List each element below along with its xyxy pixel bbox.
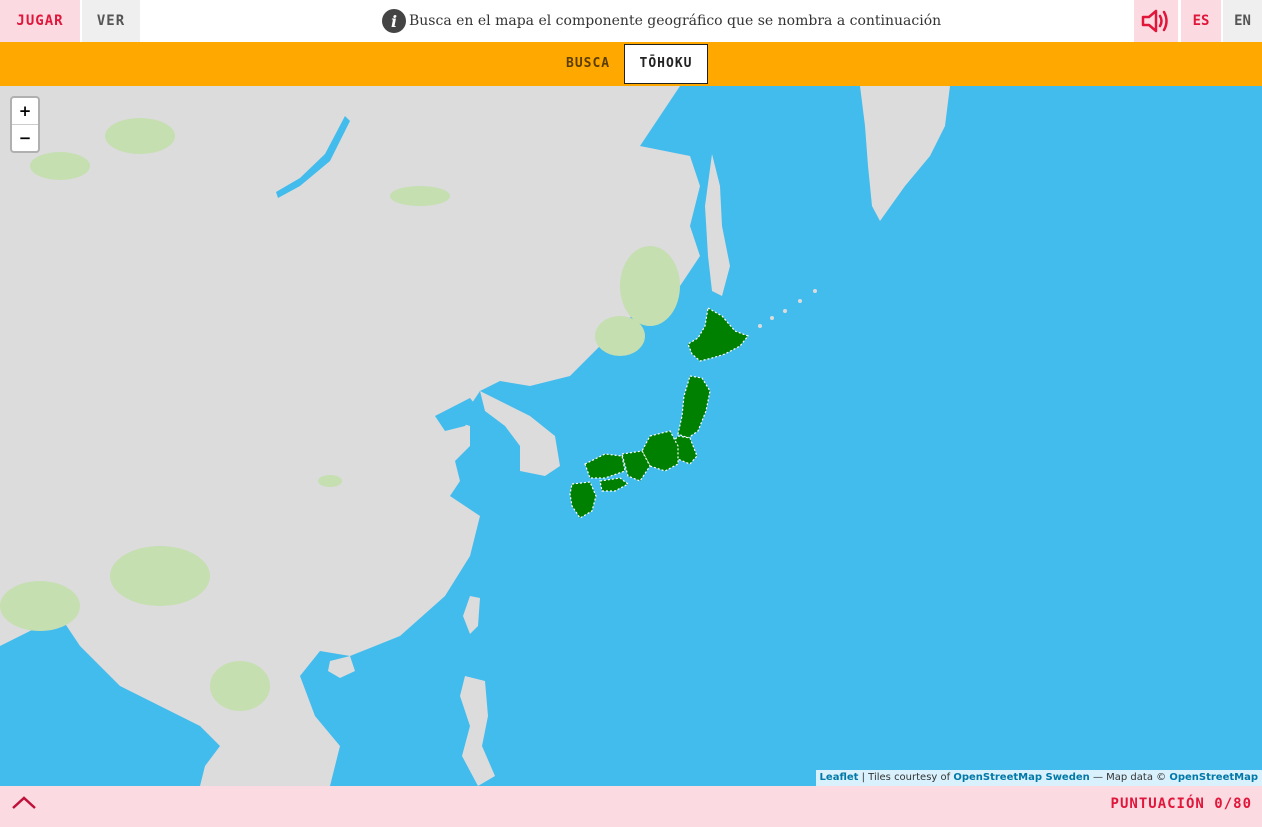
osm-link[interactable]: OpenStreetMap	[1169, 772, 1258, 783]
zoom-out-button[interactable]: −	[12, 125, 38, 151]
tab-play[interactable]: JUGAR	[0, 0, 80, 42]
zoom-in-button[interactable]: +	[12, 98, 38, 125]
hainan	[328, 656, 355, 678]
leaflet-link[interactable]: Leaflet	[820, 772, 859, 783]
osm-sweden-link[interactable]: OpenStreetMap Sweden	[953, 772, 1089, 783]
score-value: 0/80	[1214, 796, 1252, 812]
instruction-text: Busca en el mapa el componente geográfic…	[409, 13, 942, 29]
score: PUNTUACIÓN 0/80	[1111, 786, 1252, 823]
attribution-data-text: — Map data ©	[1089, 772, 1170, 783]
attribution-tiles-text: | Tiles courtesy of	[858, 772, 954, 783]
lang-es-button[interactable]: ES	[1181, 0, 1221, 42]
region-shikoku[interactable]	[599, 477, 630, 492]
asia-mainland	[0, 86, 700, 786]
region-tohoku[interactable]	[677, 375, 711, 439]
score-label: PUNTUACIÓN	[1110, 796, 1205, 812]
map-canvas[interactable]	[0, 86, 1262, 786]
info-icon[interactable]: i	[382, 9, 406, 33]
kamchatka	[860, 86, 950, 221]
map-attribution: Leaflet | Tiles courtesy of OpenStreetMa…	[815, 770, 1262, 786]
question-target: TŌHOKU	[624, 44, 708, 84]
region-kyushu[interactable]	[569, 481, 597, 519]
region-chugoku[interactable]	[584, 453, 626, 479]
bottom-bar: PUNTUACIÓN 0/80	[0, 786, 1262, 827]
speaker-icon	[1141, 9, 1168, 33]
zoom-control: + −	[10, 96, 40, 153]
chevron-up-icon[interactable]	[10, 792, 38, 812]
lang-en-button[interactable]: EN	[1223, 0, 1262, 42]
sound-toggle-button[interactable]	[1134, 0, 1178, 42]
instruction: i Busca en el mapa el componente geográf…	[382, 8, 941, 34]
kuril-islands	[758, 289, 817, 328]
region-hokkaido[interactable]	[687, 307, 749, 362]
korea	[480, 391, 560, 476]
philippines	[460, 676, 495, 786]
map[interactable]: + − Leaflet | Tiles courtesy of OpenStre…	[0, 86, 1262, 786]
question-prompt: BUSCA	[566, 56, 611, 71]
question-bar: BUSCA TŌHOKU	[0, 42, 1262, 86]
sakhalin	[705, 154, 730, 296]
tab-view[interactable]: VER	[82, 0, 140, 42]
top-bar: JUGAR VER i Busca en el mapa el componen…	[0, 0, 1262, 42]
taiwan	[463, 596, 480, 634]
